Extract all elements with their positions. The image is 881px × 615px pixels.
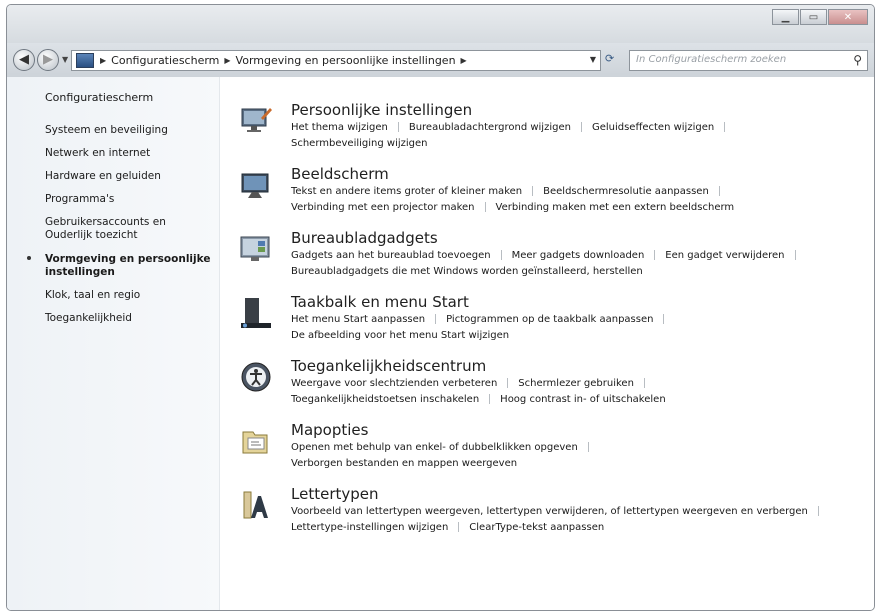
category-links: Tekst en andere items groter of kleiner …	[291, 184, 734, 216]
category-title[interactable]: Bureaubladgadgets	[291, 229, 438, 247]
category-title[interactable]: Mapopties	[291, 421, 368, 439]
back-button[interactable]: ◀	[13, 49, 35, 71]
task-link[interactable]: Verbinding maken met een extern beeldsch…	[496, 202, 735, 213]
arrow-right-icon: ▶	[43, 52, 53, 67]
forward-button[interactable]: ▶	[37, 49, 59, 71]
task-link[interactable]: Toegankelijkheidstoetsen inschakelen	[291, 394, 479, 405]
sidebar-item-programs[interactable]: Programma's	[45, 193, 213, 206]
control-panel-window: ▁ ▭ ✕ ◀ ▶ ▼ ▶ Configuratiescherm ▶ Vormg…	[6, 4, 875, 611]
category-links: Voorbeeld van lettertypen weergeven, let…	[291, 504, 829, 536]
address-dropdown-icon[interactable]: ▼	[590, 55, 596, 64]
task-link[interactable]: Tekst en andere items groter of kleiner …	[291, 186, 522, 197]
sidebar-item-user-accounts[interactable]: Gebruikersaccounts en Ouderlijk toezicht	[45, 216, 213, 242]
search-placeholder: In Configuratiescherm zoeken	[636, 54, 787, 65]
sidebar-item-label: Vormgeving en persoonlijke instellingen	[45, 253, 211, 278]
sidebar-home-link[interactable]: Configuratiescherm	[45, 91, 153, 104]
category-links: Gadgets aan het bureaublad toevoegen Meer…	[291, 248, 806, 280]
task-link[interactable]: Bureaubladachtergrond wijzigen	[409, 122, 571, 133]
category-links: Openen met behulp van enkel- of dubbelkl…	[291, 440, 599, 472]
sidebar-item-hardware-sound[interactable]: Hardware en geluiden	[45, 170, 213, 183]
search-input[interactable]: In Configuratiescherm zoeken ⚲	[629, 50, 868, 71]
folder-options-icon[interactable]	[239, 424, 273, 458]
category-links: Weergave voor slechtzienden verbeteren Sc…	[291, 376, 666, 408]
gadgets-icon[interactable]	[239, 232, 273, 266]
breadcrumb-appearance[interactable]: Vormgeving en persoonlijke instellingen	[236, 54, 456, 67]
sidebar-item-clock-language[interactable]: Klok, taal en regio	[45, 289, 213, 302]
breadcrumb-chevron-icon[interactable]: ▶	[224, 56, 230, 65]
category-links: Het thema wijzigen Bureaubladachtergrond …	[291, 120, 735, 152]
task-link[interactable]: Geluidseffecten wijzigen	[592, 122, 714, 133]
navigation-bar: ◀ ▶ ▼ ▶ Configuratiescherm ▶ Vormgeving …	[7, 43, 874, 77]
category-title[interactable]: Toegankelijkheidscentrum	[291, 357, 486, 375]
category-title[interactable]: Beeldscherm	[291, 165, 389, 183]
address-bar[interactable]: ▶ Configuratiescherm ▶ Vormgeving en per…	[71, 50, 601, 71]
minimize-button[interactable]: ▁	[772, 9, 799, 25]
content-area: Configuratiescherm Systeem en beveiligin…	[7, 77, 874, 610]
personalization-icon[interactable]	[239, 104, 273, 138]
accessibility-icon[interactable]	[239, 360, 273, 394]
task-link[interactable]: Voorbeeld van lettertypen weergeven, let…	[291, 506, 808, 517]
task-link[interactable]: Verborgen bestanden en mappen weergeven	[291, 458, 517, 469]
maximize-button[interactable]: ▭	[800, 9, 827, 25]
task-link[interactable]: Openen met behulp van enkel- of dubbelkl…	[291, 442, 578, 453]
task-link[interactable]: Beeldschermresolutie aanpassen	[543, 186, 709, 197]
task-link[interactable]: ClearType-tekst aanpassen	[469, 522, 604, 533]
task-link[interactable]: Het thema wijzigen	[291, 122, 388, 133]
category-title[interactable]: Persoonlijke instellingen	[291, 101, 472, 119]
task-link[interactable]: Meer gadgets downloaden	[512, 250, 645, 261]
main-panel: Persoonlijke instellingen Het thema wijz…	[219, 77, 874, 610]
task-link[interactable]: Hoog contrast in- of uitschakelen	[500, 394, 666, 405]
title-bar: ▁ ▭ ✕	[7, 5, 874, 43]
close-button[interactable]: ✕	[828, 9, 868, 25]
task-link[interactable]: Gadgets aan het bureaublad toevoegen	[291, 250, 491, 261]
sidebar-item-system-security[interactable]: Systeem en beveiliging	[45, 124, 213, 137]
category-title[interactable]: Taakbalk en menu Start	[291, 293, 469, 311]
task-link[interactable]: Weergave voor slechtzienden verbeteren	[291, 378, 497, 389]
refresh-icon[interactable]: ⟳	[605, 52, 614, 65]
recent-pages-dropdown[interactable]: ▼	[62, 55, 68, 64]
arrow-left-icon: ◀	[19, 52, 29, 67]
fonts-icon[interactable]	[239, 488, 273, 522]
breadcrumb-chevron-icon[interactable]: ▶	[461, 56, 467, 65]
breadcrumb-control-panel[interactable]: Configuratiescherm	[111, 54, 219, 67]
display-icon[interactable]	[239, 168, 273, 202]
task-link[interactable]: Een gadget verwijderen	[665, 250, 784, 261]
task-link[interactable]: Verbinding met een projector maken	[291, 202, 475, 213]
taskbar-icon[interactable]	[239, 296, 273, 330]
breadcrumb-chevron-icon[interactable]: ▶	[100, 56, 106, 65]
sidebar-item-appearance[interactable]: Vormgeving en persoonlijke instellingen	[27, 253, 213, 279]
task-link[interactable]: Bureaubladgadgets die met Windows worden…	[291, 266, 643, 277]
task-link[interactable]: Schermbeveiliging wijzigen	[291, 138, 428, 149]
sidebar-item-ease-of-access[interactable]: Toegankelijkheid	[45, 312, 213, 325]
current-item-bullet-icon	[27, 256, 31, 260]
category-title[interactable]: Lettertypen	[291, 485, 379, 503]
sidebar: Configuratiescherm Systeem en beveiligin…	[7, 77, 220, 610]
sidebar-item-network-internet[interactable]: Netwerk en internet	[45, 147, 213, 160]
category-links: Het menu Start aanpassen Pictogrammen op …	[291, 312, 674, 344]
task-link[interactable]: Lettertype-instellingen wijzigen	[291, 522, 448, 533]
search-icon[interactable]: ⚲	[853, 53, 862, 67]
task-link[interactable]: De afbeelding voor het menu Start wijzig…	[291, 330, 509, 341]
task-link[interactable]: Het menu Start aanpassen	[291, 314, 425, 325]
caption-buttons: ▁ ▭ ✕	[772, 9, 868, 25]
control-panel-icon	[76, 53, 94, 68]
task-link[interactable]: Pictogrammen op de taakbalk aanpassen	[446, 314, 653, 325]
task-link[interactable]: Schermlezer gebruiken	[518, 378, 634, 389]
